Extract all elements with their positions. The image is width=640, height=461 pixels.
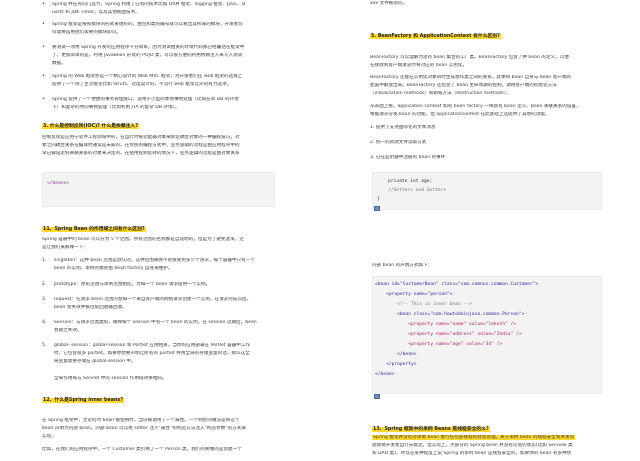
image-icon <box>374 206 380 211</box>
list-item: bean 会失效并被垃圾回收器回收。 <box>54 305 127 310</box>
text-line: 提供了一个除了主流框架比如 Struts、过度设计的、不流行 web 框架以外的… <box>52 82 232 87</box>
code-block: private int age; //Setters and Getters } <box>372 172 602 210</box>
text-line: 配置中解放出来。BeanFactory 还包含了 bean 生命周期的控制，调用… <box>370 83 557 88</box>
text-line: 在接收到客户端请求时将对应的 bean 实例化。 <box>370 63 468 68</box>
text-line: 从表面上看，application context 如同 bean factor… <box>370 104 581 109</box>
text-line: 是让我们来解释一下： <box>42 245 88 250</box>
list-number: 1. <box>42 258 47 263</box>
list-item: 会随之失效。 <box>54 328 82 333</box>
section-heading-12: 12、什么是Spring inner beans? <box>42 398 125 403</box>
image-icon <box>374 394 380 399</box>
text-line: xxx 文件被访问。 <box>370 1 408 6</box>
code-line: <property name="name" value="lokesh" /> <box>375 322 517 327</box>
code-line: <bean class="com.howtodoinjava.common.Pe… <box>375 312 525 317</box>
text-line: bean 声明为内部 bean。内部 bean 可以用 setter 注入“属性… <box>42 426 247 431</box>
bullet-icon: • <box>42 1 45 7</box>
code-line: private int age; <box>377 179 433 184</box>
list-item: prototype：原形范围与单例范围相反，为每一个 bean 请求提供一个实例… <box>54 282 211 287</box>
text-line: BeanFactory 可以理解为含有 bean 集合的工厂类。BeanFact… <box>370 55 569 60</box>
text-line: Spring 并在有同门选节。Spring 利用了已有的技术比如 ORM 框架、… <box>52 2 246 7</box>
code-line: </property> <box>375 362 417 367</box>
list-item: global- session：global-session 和 Portlet… <box>54 343 251 348</box>
bullet-icon: • <box>42 44 45 50</box>
code-block: </beans> <box>42 172 275 207</box>
note-text: 全局作用域与 Servlet 中的 session 作用域效果相同。 <box>54 376 167 381</box>
text-line: 控制反转是应用于软件工程领域中的，在运行时被装配器对象来绑定耦合对象的一种编程技… <box>42 135 240 140</box>
section-heading-5: 5. BeanFactory 和 ApplicationContext 有什么区… <box>370 34 501 39</box>
list-number: 4. <box>42 320 47 325</box>
code-line: <property name="age" value="34" /> <box>375 342 503 347</box>
list-item: bean 的实例，单例的模式由 bean factory 自身来维护。 <box>54 266 173 271</box>
code-line: } <box>377 197 380 202</box>
caption-text: 内部 bean 的声明方式如下： <box>372 263 433 268</box>
text-line: 比如，在我们的应用程序中，一个 Customer 类引用了一个 Person 类… <box>42 447 242 452</box>
text-line: 了。更加简单的是，利用 JavaBean 形式的 POJO 类，可以很方便的利用… <box>52 53 243 58</box>
text-line: 题需要开发者自行去搞定。但实际上，大部分的 Spring bean 并没有可变的… <box>372 443 573 448</box>
text-line: 实现。 <box>42 434 56 439</box>
text-line: Spring 的 Web 框架亦是一个精心设计的 Web MVC 框架，为开发者… <box>52 74 243 79</box>
page-bottom-right: private int age; //Setters and Getters }… <box>350 172 640 461</box>
text-line: Spring 容器中的 bean 可以分为 5 个范围。所有范围的名称都是自说明… <box>42 237 244 242</box>
text-line: uartz 和 JDK Timer。以及其他视图技术。 <box>52 10 140 15</box>
page-top-left: • Spring 并在有同门选节。Spring 利用了已有的技术比如 ORM 框… <box>0 0 290 180</box>
list-item: 3. 已在监听器中注册的 bean 的事件 <box>370 155 446 160</box>
list-item: request：在请求 bean 范围内会每一个来自客户端的网络请求创建一个实例… <box>54 297 252 302</box>
text-line: Spring 提供了一个便捷的事务管理接口，适用于小型的本地事物处理（比如在单 … <box>52 97 239 102</box>
list-number: 5. <box>42 343 47 348</box>
code-line: <!-- This is inner bean --> <box>375 302 472 307</box>
code-line: </bean> <box>375 372 395 377</box>
code-line: </beans> <box>47 181 70 186</box>
text-line: 象之间耦合关系在编译时通常是未知的。在传统的编程方式中，业务逻辑的流程是由应用程… <box>42 143 240 148</box>
text-line: （initialization methods）和销毁方法（destructio… <box>370 91 511 96</box>
page-bottom-left: </beans> 11、Spring Bean 的作用域之间有什么区别? Spr… <box>0 172 290 461</box>
code-line: <property name="address" value="India" /… <box>375 332 522 337</box>
bullet-icon: • <box>42 73 45 79</box>
text-line: 根据请求分发 bean 的功能。但 applicationcontext 在此基… <box>370 112 550 117</box>
list-item: 局变量需要存储在 global-session 中。 <box>54 359 136 364</box>
section-heading-3: 3. 什么是控制反转(IOC)? 什么是依赖注入? <box>42 124 139 129</box>
bullet-icon: • <box>42 96 45 102</box>
list-item: singleton：这种 bean 范围是默认的，这种范围确保不管接受到多少个请… <box>54 258 255 263</box>
section-heading-11: 11、Spring Bean 的作用域之间有什么区别? <box>42 227 146 232</box>
xml-code-block: <bean id="CustomerBean" class="com.somnu… <box>372 276 602 394</box>
text-line: 在 Spring 框架中，无论何时 bean 被使用时，当仅被调用了一个属性。一… <box>42 418 240 423</box>
code-line: <bean id="CustomerBean" class="com.somnu… <box>375 282 539 287</box>
text-line: 仅需要选用他们需要的模块即可。 <box>52 30 121 35</box>
text-line: 和 DAO 类)，所以在某种程度上说 Spring 的单例 bean 是线程安全… <box>372 451 572 456</box>
text-line: 数据。 <box>52 61 66 66</box>
list-item: 时，它包含很多 portlet。如果你想要声明让所有的 portlet 共用全局… <box>54 351 250 356</box>
code-line: <property name="person"> <box>375 292 453 297</box>
text-line: 早已被设定好关联关系的对象来决定的。在使用控制反转的情况下，业务逻辑的流程是由对… <box>42 151 240 156</box>
code-line: </bean> <box>375 352 417 357</box>
list-item: Session：与请求范围类似，确保每个 session 中有一个 bean 的… <box>54 320 257 325</box>
text-line: BeanFactory 还能在实例化对象的时生成协作类之间的关系。此举将 bea… <box>370 75 572 80</box>
section-heading-13: 13、Spring 框架中的单例 Beans 是线程安全的么? <box>372 427 490 432</box>
list-number: 2. <box>42 282 47 287</box>
list-number: 3. <box>42 297 47 302</box>
text-line: 下）和复杂的共同事物处理（比如利用 JTA 的复杂 DB 环境）。 <box>52 105 180 110</box>
list-item: 1. 提供了支持国际化的文本消息 <box>370 125 436 130</box>
text-line: Spring 框架并没有对单例 bean 进行任何多线程的封装处理。关于单例 b… <box>372 435 576 440</box>
text-line: Spring 框架是按照模块的形式来组织的。由包和类的编号就可以看出其所属的模块… <box>52 22 243 27</box>
list-item: 2. 统一的资源文件读取方式 <box>370 140 427 145</box>
page-top-right: xxx 文件被访问。 5. BeanFactory 和 ApplicationC… <box>350 0 640 180</box>
text-line: 要测试一项用 Spring 开发的应用程序十分简单，因为测试相关的环境代码都已经… <box>52 45 245 50</box>
code-line: //Setters and Getters <box>377 188 447 193</box>
bullet-icon: • <box>42 21 45 27</box>
